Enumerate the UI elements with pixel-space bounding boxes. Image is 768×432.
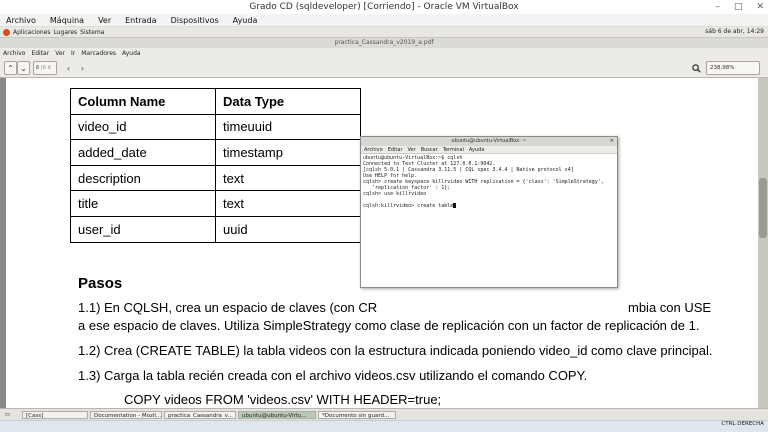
- viewer-menu-marcadores[interactable]: Marcadores: [81, 50, 116, 57]
- terminal-prompt-line: cqlsh:killrvideo> create table: [363, 203, 615, 209]
- vbox-window-title: Grado CD (sqldeveloper) [Corriendo] - Or…: [0, 0, 768, 14]
- zoom-value: 238,98%: [710, 65, 735, 71]
- section-title: Pasos: [78, 275, 123, 292]
- header-data-type: Data Type: [215, 88, 361, 115]
- step-3: 1.3) Carga la tabla recién creada con el…: [78, 368, 588, 383]
- ubuntu-logo-icon[interactable]: [3, 28, 10, 36]
- text-cursor: [453, 203, 457, 208]
- terminal-menu-ayuda[interactable]: Ayuda: [469, 147, 484, 153]
- host-key-label: CTRL DERECHA: [721, 421, 764, 427]
- terminal-title: ubuntu@ubuntu-VirtualBox: ~: [451, 138, 527, 144]
- search-icon[interactable]: [690, 61, 703, 75]
- cell-data-type: timestamp: [215, 139, 361, 166]
- viewer-menu-ver[interactable]: Ver: [55, 50, 65, 57]
- guest-taskbar: ▭ [Cass] Documentation - Mozil... practi…: [0, 408, 768, 420]
- cell-column-name: title: [70, 190, 216, 217]
- page-number-field[interactable]: 6 (6 d: [33, 61, 57, 75]
- menu-ayuda[interactable]: Ayuda: [233, 16, 258, 25]
- terminal-menubar: Archivo Editar Ver Buscar Terminal Ayuda: [361, 146, 617, 154]
- menu-maquina[interactable]: Máquina: [50, 16, 84, 25]
- cell-column-name: video_id: [70, 113, 216, 141]
- maximize-icon[interactable]: □: [734, 2, 743, 12]
- copy-command: COPY videos FROM 'videos.csv' WITH HEADE…: [124, 392, 442, 407]
- cell-column-name: description: [70, 164, 216, 192]
- terminal-menu-archivo[interactable]: Archivo: [364, 147, 383, 153]
- host-status-bar: [0, 420, 768, 432]
- back-arrow-icon[interactable]: ‹: [62, 61, 75, 75]
- taskbar-item-text-editor[interactable]: *Documento sin guard...: [318, 411, 396, 419]
- table-row: added_date timestamp: [70, 139, 361, 166]
- cell-column-name: user_id: [70, 215, 216, 243]
- terminal-line: cqlsh:killrvideo> create table: [363, 203, 454, 209]
- table-row: title text: [70, 190, 361, 217]
- forward-arrow-icon[interactable]: ›: [76, 61, 89, 75]
- table-header-row: Column Name Data Type: [70, 88, 361, 115]
- chevron-up-icon[interactable]: ⌃: [4, 61, 17, 75]
- taskbar-item-cass[interactable]: [Cass]: [22, 411, 88, 419]
- terminal-menu-buscar[interactable]: Buscar: [421, 147, 438, 153]
- page-total: (6 d: [40, 65, 51, 71]
- close-icon[interactable]: ✕: [610, 137, 614, 146]
- terminal-output[interactable]: ubuntu@ubuntu-VirtualBox:~$ cqlsh Connect…: [361, 154, 617, 210]
- viewer-menu-ir[interactable]: Ir: [71, 50, 75, 57]
- step-1-line-1: 1.1) En CQLSH, crea un espacio de claves…: [78, 300, 378, 315]
- table-row: video_id timeuuid: [70, 113, 361, 141]
- viewer-menubar: Archivo Editar Ver Ir Marcadores Ayuda: [0, 48, 768, 58]
- close-icon[interactable]: ✕: [756, 2, 764, 12]
- menu-archivo[interactable]: Archivo: [6, 16, 36, 25]
- guest-top-panel: Aplicaciones Lugares Sistema: [0, 27, 768, 38]
- zoom-select[interactable]: 238,98%: [706, 61, 760, 75]
- panel-aplicaciones[interactable]: Aplicaciones: [13, 29, 50, 36]
- taskbar-item-firefox[interactable]: Documentation - Mozil...: [90, 411, 162, 419]
- viewer-toolbar: ⌃ ⌄ 6 (6 d ‹ › 238,98%: [0, 58, 768, 78]
- page-current: 6: [36, 65, 40, 71]
- viewer-menu-ayuda[interactable]: Ayuda: [122, 50, 141, 57]
- table-row: user_id uuid: [70, 215, 361, 243]
- viewer-window-title: practica_Cassandra_v2019_a.pdf: [0, 38, 768, 48]
- panel-sistema[interactable]: Sistema: [80, 29, 104, 36]
- menu-entrada[interactable]: Entrada: [125, 16, 156, 25]
- terminal-menu-ver[interactable]: Ver: [408, 147, 416, 153]
- cell-data-type: text: [215, 190, 361, 217]
- cell-data-type: timeuuid: [215, 113, 361, 141]
- vbox-menubar: Archivo Máquina Ver Entrada Dispositivos…: [0, 14, 768, 27]
- cell-column-name: added_date: [70, 139, 216, 166]
- header-column-name: Column Name: [70, 88, 216, 115]
- terminal-menu-editar[interactable]: Editar: [388, 147, 403, 153]
- step-1-line-2: a ese espacio de claves. Utiliza SimpleS…: [78, 318, 700, 333]
- viewer-menu-archivo[interactable]: Archivo: [3, 50, 25, 57]
- menu-ver[interactable]: Ver: [98, 16, 111, 25]
- table-row: description text: [70, 164, 361, 192]
- terminal-menu-terminal[interactable]: Terminal: [443, 147, 464, 153]
- viewer-menu-editar[interactable]: Editar: [31, 50, 49, 57]
- show-desktop-icon[interactable]: ▭: [2, 411, 20, 419]
- cell-data-type: uuid: [215, 215, 361, 243]
- chevron-down-icon[interactable]: ⌄: [17, 61, 30, 75]
- menu-dispositivos[interactable]: Dispositivos: [171, 16, 219, 25]
- step-2: 1.2) Crea (CREATE TABLE) la tabla videos…: [78, 343, 713, 358]
- cell-data-type: text: [215, 164, 361, 192]
- vbox-window-controls: – □ ✕: [715, 2, 764, 12]
- terminal-title-bar[interactable]: ubuntu@ubuntu-VirtualBox: ~ ✕: [361, 137, 617, 146]
- step-1-line-1-tail: mbia con USE: [628, 300, 712, 315]
- panel-clock[interactable]: sáb 6 de abr, 14:29: [705, 28, 764, 35]
- panel-lugares[interactable]: Lugares: [53, 29, 77, 36]
- taskbar-item-pdf-viewer[interactable]: practica_Cassandra_v...: [164, 411, 236, 419]
- vertical-scrollbar[interactable]: [758, 78, 768, 408]
- columns-table: Column Name Data Type video_id timeuuid a…: [70, 88, 361, 243]
- scroll-thumb[interactable]: [759, 178, 767, 238]
- minimize-icon[interactable]: –: [715, 2, 720, 12]
- terminal-window[interactable]: ubuntu@ubuntu-VirtualBox: ~ ✕ Archivo Ed…: [360, 136, 618, 288]
- taskbar-item-terminal[interactable]: ubuntu@ubuntu-Virtu...: [238, 411, 316, 419]
